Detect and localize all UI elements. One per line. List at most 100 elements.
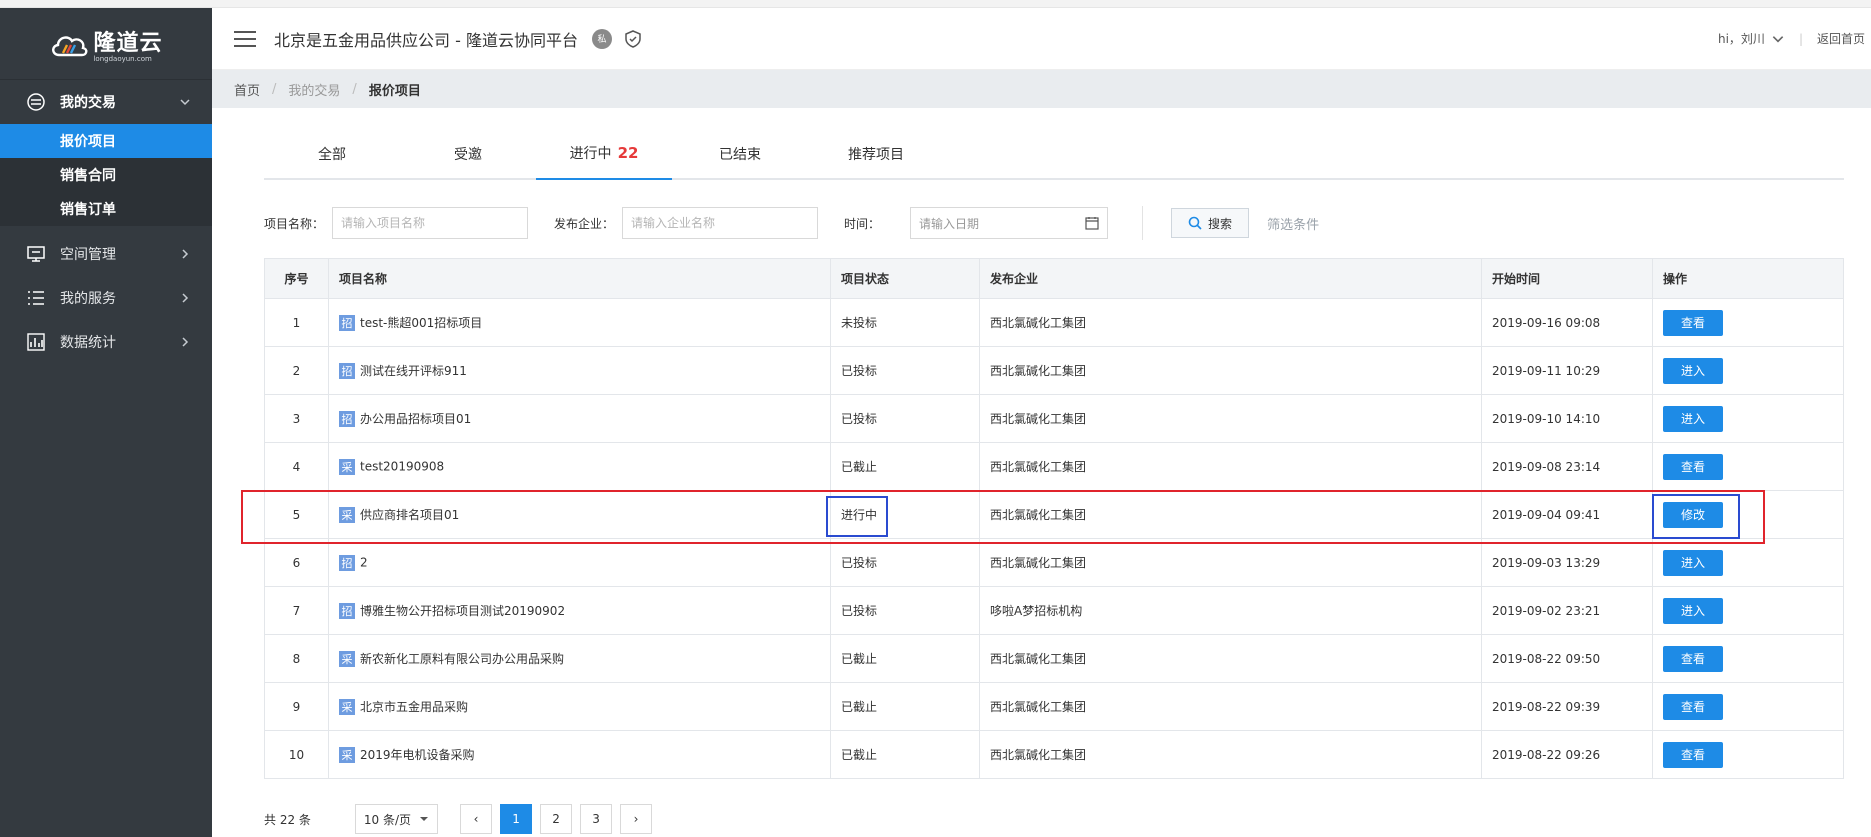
date-input[interactable]: 请输入日期 [910, 207, 1109, 239]
purchase-tag: 采 [339, 458, 355, 475]
return-home-link[interactable]: 返回首页 [1817, 30, 1865, 47]
cell-action: 查看 [1652, 634, 1844, 683]
table-row: 4 采 test20190908 已截止 西北氯碱化工集团 2019-09-08 23:1… [264, 442, 1844, 491]
project-name-input[interactable] [332, 207, 529, 239]
purchase-tag: 采 [339, 747, 355, 764]
tab-ended[interactable]: 已结束 [672, 128, 808, 180]
cell-no: 5 [264, 490, 329, 539]
cell-company: 西北氯碱化工集团 [979, 442, 1482, 491]
company-label: 发布企业： [554, 216, 615, 231]
cell-name[interactable]: 采新农新化工原料有限公司办公用品采购 [328, 634, 831, 683]
tender-tag: 招 [339, 603, 355, 620]
table-row: 7 招博雅生物公开招标项目测试20190902 已投标 哆啦A梦招标机构 2019-09… [264, 586, 1844, 635]
filter-conditions-link[interactable]: 筛选条件 [1267, 214, 1319, 233]
cell-name[interactable]: 招办公用品招标项目01 [328, 394, 831, 443]
private-badge: 私 [591, 28, 612, 49]
sidebar-item-quote-projects[interactable]: 报价项目 [0, 124, 212, 158]
purchase-tag: 采 [339, 699, 355, 716]
search-button[interactable]: 搜索 [1171, 208, 1250, 238]
row-action-button[interactable]: 查看 [1663, 453, 1723, 480]
page-2-button[interactable]: 2 [540, 804, 573, 834]
cell-company: 西北氯碱化工集团 [979, 634, 1482, 683]
shield-icon [625, 29, 641, 48]
cell-start-time: 2019-09-08 23:14 [1481, 442, 1653, 491]
monitor-icon [26, 244, 46, 264]
cell-name[interactable]: 招测试在线开评标911 [328, 346, 831, 395]
table-row: 10 采 2019年电机设备采购 已截止 西北氯碱化工集团 2019-08-22 09:2… [264, 730, 1844, 779]
tender-tag: 招 [339, 554, 355, 571]
logo[interactable]: 隆道云 longdaoyun.com [0, 8, 212, 80]
tab-all[interactable]: 全部 [264, 128, 400, 180]
cell-status: 进行中 [830, 490, 980, 539]
cell-name[interactable]: 招博雅生物公开招标项目测试20190902 [328, 586, 831, 635]
page-3-button[interactable]: 3 [580, 804, 613, 834]
project-name[interactable]: test-熊超001招标项目 [360, 316, 482, 330]
col-header-status: 项目状态 [830, 258, 980, 299]
cell-name[interactable]: 招2 [328, 538, 831, 587]
cell-company: 西北氯碱化工集团 [979, 538, 1482, 587]
cell-action: 查看 [1652, 442, 1844, 491]
sidebar-group-space[interactable]: 空间管理 [0, 232, 212, 276]
cell-status: 已投标 [830, 394, 980, 443]
tender-tag: 招 [339, 315, 355, 332]
table-row: 2 招测试在线开评标911 已投标 西北氯碱化工集团 2019-09-11 10:29 进… [264, 346, 1844, 395]
row-action-button[interactable]: 修改 [1663, 501, 1723, 528]
project-name[interactable]: 2 [360, 555, 368, 569]
row-action-button[interactable]: 查看 [1663, 741, 1723, 768]
project-name[interactable]: 北京市五金用品采购 [360, 700, 468, 714]
row-action-button[interactable]: 进入 [1663, 549, 1723, 576]
row-action-button[interactable]: 进入 [1663, 597, 1723, 624]
cell-action: 查看 [1652, 730, 1844, 779]
company-input[interactable] [622, 207, 819, 239]
sidebar-group-services[interactable]: 我的服务 [0, 276, 212, 320]
cell-name[interactable]: 招 test-熊超001招标项目 [328, 298, 831, 347]
cell-no: 6 [264, 538, 329, 587]
cell-status: 已截止 [830, 682, 980, 731]
cell-status: 已投标 [830, 346, 980, 395]
project-name[interactable]: 2019年电机设备采购 [360, 748, 475, 762]
next-page-button[interactable]: › [620, 804, 653, 834]
sidebar-group-stats[interactable]: 数据统计 [0, 320, 212, 364]
project-name[interactable]: 新农新化工原料有限公司办公用品采购 [360, 652, 564, 666]
cell-action: 查看 [1652, 682, 1844, 731]
cell-name[interactable]: 采供应商排名项目01 [328, 490, 831, 539]
prev-page-button[interactable]: ‹ [460, 804, 493, 834]
tab-recommended[interactable]: 推荐项目 [808, 128, 944, 180]
logo-text: 隆道云 [93, 30, 163, 56]
trade-icon [26, 92, 46, 112]
menu-toggle-icon[interactable] [234, 30, 256, 47]
browser-top-strip [0, 0, 1871, 8]
sidebar-item-sales-contract[interactable]: 销售合同 [0, 158, 212, 192]
page-header-title: 北京是五金用品供应公司 - 隆道云协同平台 [274, 30, 578, 50]
user-greeting[interactable]: hi，刘川 [1718, 30, 1765, 47]
row-action-button[interactable]: 查看 [1663, 693, 1723, 720]
row-action-button[interactable]: 进入 [1663, 357, 1723, 384]
page-size-select[interactable]: 10 条/页 [354, 804, 439, 834]
chevron-down-icon[interactable] [1771, 32, 1785, 46]
breadcrumb-home[interactable]: 首页 [234, 80, 260, 99]
cell-name[interactable]: 采北京市五金用品采购 [328, 682, 831, 731]
project-name[interactable]: test20190908 [360, 459, 444, 473]
cell-name[interactable]: 采 test20190908 [328, 442, 831, 491]
col-header-action: 操作 [1652, 258, 1844, 299]
project-name[interactable]: 测试在线开评标911 [360, 364, 467, 378]
sidebar-item-sales-order[interactable]: 销售订单 [0, 192, 212, 226]
row-action-button[interactable]: 查看 [1663, 645, 1723, 672]
row-action-button[interactable]: 查看 [1663, 309, 1723, 336]
project-name[interactable]: 博雅生物公开招标项目测试20190902 [360, 604, 565, 618]
project-name[interactable]: 办公用品招标项目01 [360, 412, 471, 426]
tab-invited[interactable]: 受邀 [400, 128, 536, 180]
cell-company: 西北氯碱化工集团 [979, 682, 1482, 731]
col-header-company: 发布企业 [979, 258, 1482, 299]
page-1-button[interactable]: 1 [500, 804, 533, 834]
calendar-icon[interactable] [1085, 216, 1099, 230]
sidebar-group-trade[interactable]: 我的交易 [0, 80, 212, 124]
breadcrumb-trade[interactable]: 我的交易 [288, 80, 340, 99]
cell-name[interactable]: 采 2019年电机设备采购 [328, 730, 831, 779]
tab-in-progress[interactable]: 进行中 22 [536, 128, 672, 180]
row-action-button[interactable]: 进入 [1663, 405, 1723, 432]
cell-company: 西北氯碱化工集团 [979, 298, 1482, 347]
project-name[interactable]: 供应商排名项目01 [360, 508, 459, 522]
sidebar-group-label: 我的交易 [60, 95, 116, 111]
sidebar: 隆道云 longdaoyun.com 我的交易 报价项目 销售合同 销售订单 空… [0, 8, 212, 837]
